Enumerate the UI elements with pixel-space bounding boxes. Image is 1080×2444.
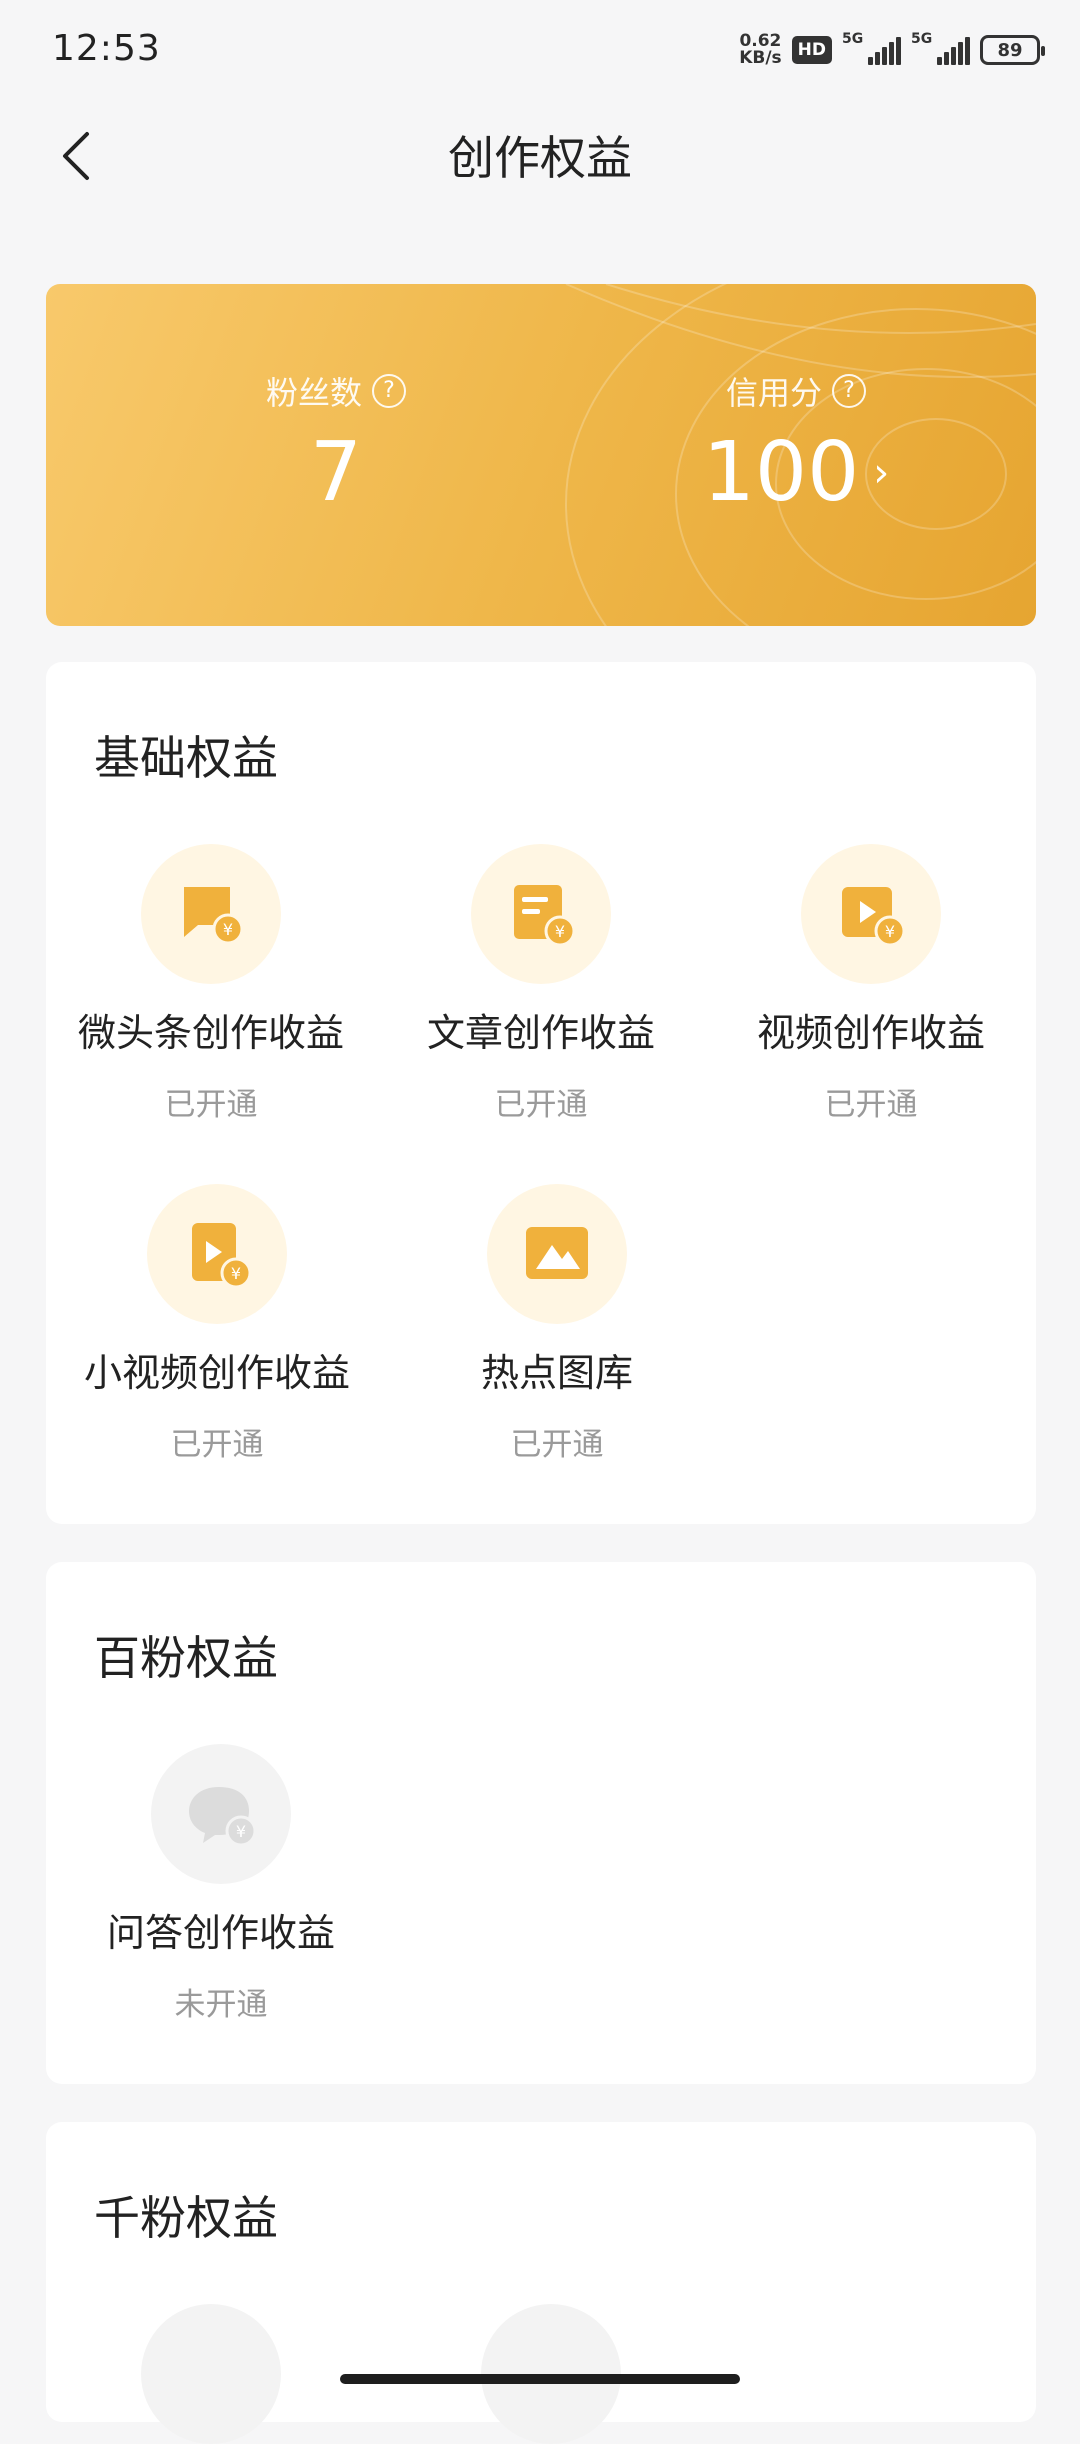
basic-benefits-section: 基础权益 ¥ 微头条创作收益 已开通 ¥ 文章创作收益 已开通 ¥ 视频创作收益…	[46, 662, 1036, 1524]
benefit-name: 文章创作收益	[426, 1011, 655, 1055]
locked-benefit-icon	[141, 2304, 281, 2444]
credit-value-row: 100 ›	[646, 428, 946, 518]
network-speed: 0.62 KB/s	[739, 33, 781, 67]
qa-bubble-yen-icon: ¥	[151, 1744, 291, 1884]
benefit-item[interactable]	[46, 2304, 376, 2444]
section-title: 千粉权益	[94, 2191, 278, 2245]
svg-text:¥: ¥	[223, 920, 233, 939]
svg-text:¥: ¥	[231, 1264, 241, 1283]
help-icon[interactable]: ?	[832, 374, 866, 408]
status-bar: 12:53 0.62 KB/s HD 5G 5G 89	[0, 0, 1080, 100]
benefit-item[interactable]: ¥ 文章创作收益 已开通	[376, 844, 706, 1124]
video-yen-icon: ¥	[801, 844, 941, 984]
benefit-name: 热点图库	[480, 1351, 633, 1395]
hd-icon: HD	[791, 36, 832, 64]
fans-value-row: 7	[186, 428, 486, 518]
svg-text:¥: ¥	[236, 1822, 246, 1841]
benefit-item[interactable]: 热点图库 已开通	[392, 1184, 722, 1464]
status-time: 12:53	[52, 28, 161, 69]
fans-label: 粉丝数	[265, 374, 362, 412]
benefit-item[interactable]: ¥ 微头条创作收益 已开通	[46, 844, 376, 1124]
chevron-right-icon: ›	[873, 450, 890, 496]
battery-icon: 89	[980, 35, 1045, 65]
home-indicator[interactable]	[340, 2374, 740, 2384]
benefit-name: 问答创作收益	[106, 1911, 335, 1955]
benefit-item[interactable]: ¥ 小视频创作收益 已开通	[52, 1184, 382, 1464]
signal-icon: 5G	[911, 31, 970, 65]
svg-text:¥: ¥	[885, 922, 895, 941]
signal-icon: 5G	[842, 31, 901, 65]
signal-label: 5G	[842, 31, 864, 47]
benefit-status: 已开通	[170, 1427, 264, 1463]
signal-label: 5G	[911, 31, 933, 47]
benefit-item[interactable]: ¥ 问答创作收益 未开通	[56, 1744, 386, 2024]
benefit-name: 微头条创作收益	[77, 1011, 344, 1055]
image-gallery-icon	[487, 1184, 627, 1324]
fans-label-row: 粉丝数 ?	[186, 368, 486, 414]
credit-stat[interactable]: 信用分 ? 100 ›	[646, 368, 946, 518]
status-icons: 0.62 KB/s HD 5G 5G 89	[739, 30, 1045, 70]
network-speed-unit: KB/s	[739, 48, 782, 68]
section-title: 百粉权益	[94, 1631, 278, 1685]
section-title: 基础权益	[94, 731, 278, 785]
benefit-status: 已开通	[510, 1427, 604, 1463]
credit-label-row: 信用分 ?	[646, 368, 946, 414]
benefit-status: 已开通	[824, 1087, 918, 1123]
credit-value: 100	[702, 425, 860, 520]
credit-label: 信用分	[725, 374, 822, 412]
header: 创作权益	[0, 100, 1080, 210]
help-icon[interactable]: ?	[372, 374, 406, 408]
fans-stat[interactable]: 粉丝数 ? 7	[186, 368, 486, 518]
benefit-status: 未开通	[174, 1987, 268, 2023]
benefit-name: 视频创作收益	[756, 1011, 985, 1055]
benefit-item[interactable]: ¥ 视频创作收益 已开通	[706, 844, 1036, 1124]
hundred-fan-benefits-section: 百粉权益 ¥ 问答创作收益 未开通	[46, 1562, 1036, 2084]
svg-text:¥: ¥	[555, 922, 565, 941]
short-video-yen-icon: ¥	[147, 1184, 287, 1324]
benefit-status: 已开通	[164, 1087, 258, 1123]
benefit-name: 小视频创作收益	[83, 1351, 350, 1395]
fans-value: 7	[309, 425, 363, 520]
page-title: 创作权益	[448, 131, 632, 185]
chat-bubble-yen-icon: ¥	[141, 844, 281, 984]
article-yen-icon: ¥	[471, 844, 611, 984]
benefit-status: 已开通	[494, 1087, 588, 1123]
stats-card: 粉丝数 ? 7 信用分 ? 100 ›	[46, 284, 1036, 626]
